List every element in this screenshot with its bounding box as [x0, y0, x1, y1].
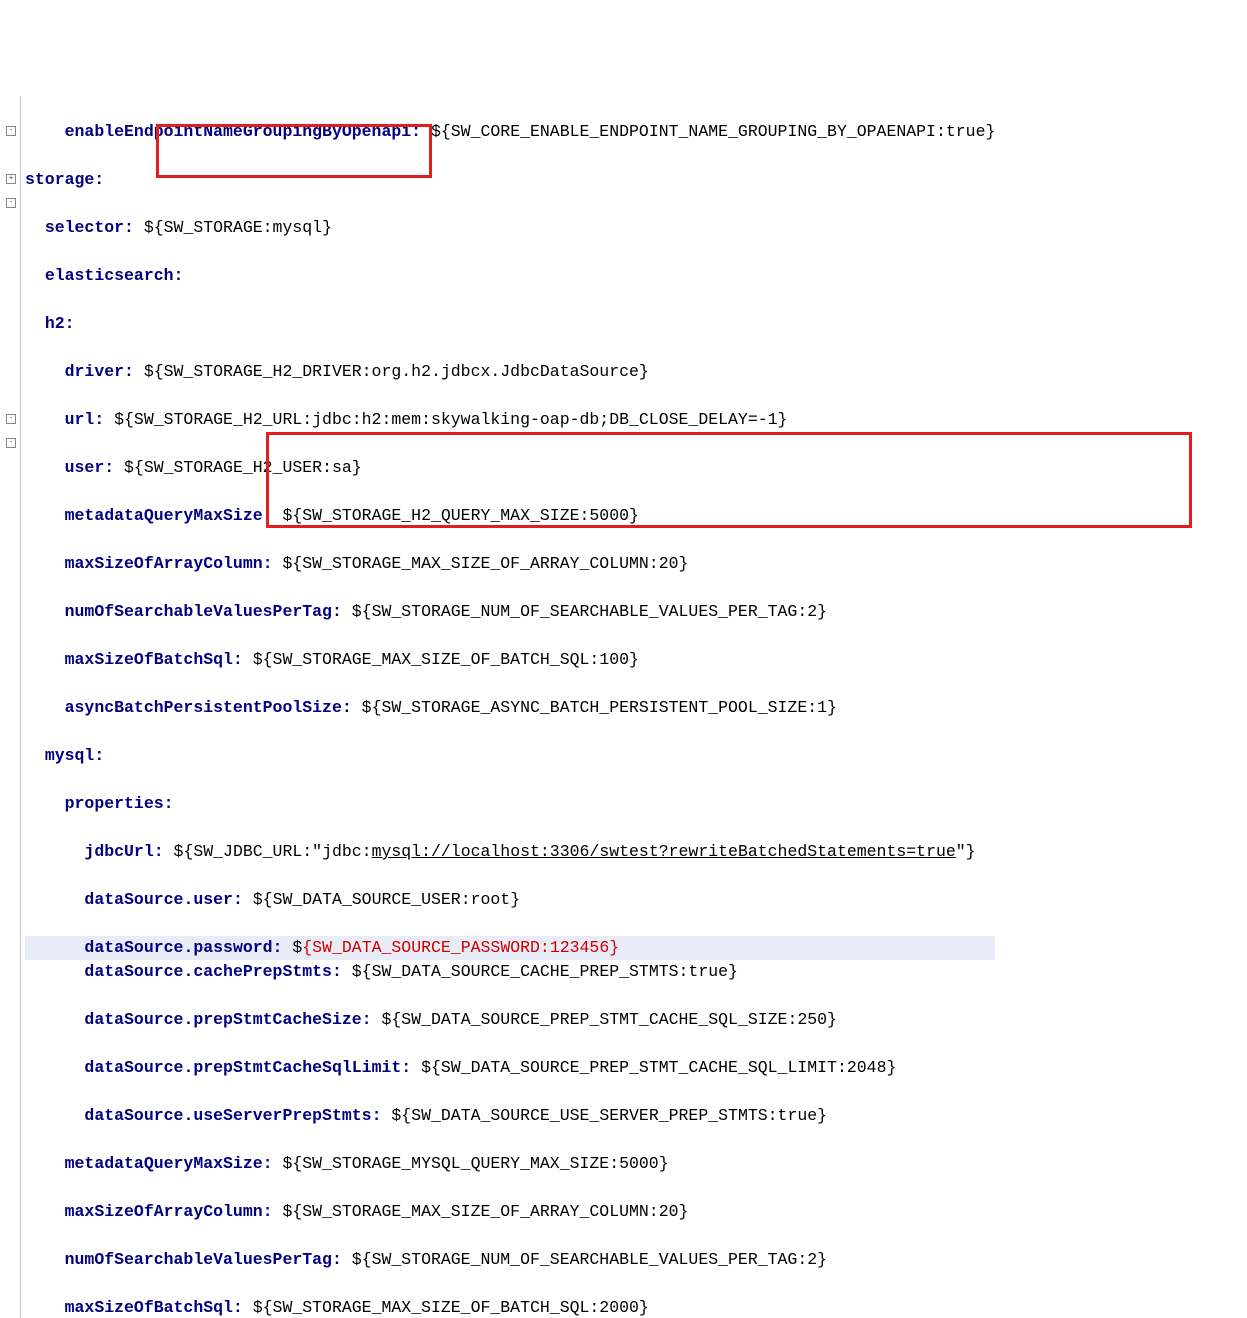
- yaml-value: ${SW_JDBC_URL:"jdbc:: [164, 842, 372, 861]
- yaml-value: ${SW_STORAGE_H2_DRIVER:org.h2.jdbcx.Jdbc…: [134, 362, 649, 381]
- yaml-value: ${SW_CORE_ENABLE_ENDPOINT_NAME_GROUPING_…: [421, 122, 995, 141]
- yaml-value: ${SW_DATA_SOURCE_PREP_STMT_CACHE_SQL_LIM…: [411, 1058, 896, 1077]
- yaml-value: ${SW_STORAGE_NUM_OF_SEARCHABLE_VALUES_PE…: [342, 602, 827, 621]
- yaml-key: enableEndpointNameGroupingByOpenapi:: [65, 122, 421, 141]
- code-line: numOfSearchableValuesPerTag: ${SW_STORAG…: [25, 600, 995, 624]
- yaml-key: maxSizeOfArrayColumn:: [65, 554, 273, 573]
- code-line: asyncBatchPersistentPoolSize: ${SW_STORA…: [25, 696, 995, 720]
- yaml-value: ${SW_STORAGE_MAX_SIZE_OF_ARRAY_COLUMN:20…: [273, 554, 689, 573]
- yaml-value: ${SW_DATA_SOURCE_CACHE_PREP_STMTS:true}: [342, 962, 738, 981]
- code-line: enableEndpointNameGroupingByOpenapi: ${S…: [25, 120, 995, 144]
- fold-gutter: - + - - -: [0, 96, 21, 1318]
- yaml-value: ${SW_STORAGE_NUM_OF_SEARCHABLE_VALUES_PE…: [342, 1250, 827, 1269]
- code-line: driver: ${SW_STORAGE_H2_DRIVER:org.h2.jd…: [25, 360, 995, 384]
- yaml-value: ${SW_STORAGE_H2_URL:jdbc:h2:mem:skywalki…: [104, 410, 787, 429]
- yaml-key: metadataQueryMaxSize:: [65, 506, 273, 525]
- yaml-value: ${SW_STORAGE_MYSQL_QUERY_MAX_SIZE:5000}: [273, 1154, 669, 1173]
- bracket-match: {SW_DATA_SOURCE_PASSWORD:123456}: [302, 938, 619, 957]
- code-line: maxSizeOfArrayColumn: ${SW_STORAGE_MAX_S…: [25, 552, 995, 576]
- code-line: selector: ${SW_STORAGE:mysql}: [25, 216, 995, 240]
- yaml-key: h2:: [45, 314, 75, 333]
- yaml-key: maxSizeOfBatchSql:: [65, 650, 243, 669]
- code-line-current: dataSource.password: ${SW_DATA_SOURCE_PA…: [25, 936, 995, 960]
- code-line: maxSizeOfBatchSql: ${SW_STORAGE_MAX_SIZE…: [25, 648, 995, 672]
- fold-marker[interactable]: +: [6, 174, 16, 184]
- yaml-value: ${SW_STORAGE:mysql}: [134, 218, 332, 237]
- code-line: maxSizeOfBatchSql: ${SW_STORAGE_MAX_SIZE…: [25, 1296, 995, 1318]
- code-editor: - + - - - enableEndpointNameGroupingByOp…: [0, 96, 1247, 1318]
- yaml-key: user:: [65, 458, 115, 477]
- yaml-key: properties:: [65, 794, 174, 813]
- yaml-key: dataSource.user:: [84, 890, 242, 909]
- code-line: mysql:: [25, 744, 995, 768]
- code-line: jdbcUrl: ${SW_JDBC_URL:"jdbc:mysql://loc…: [25, 840, 995, 864]
- yaml-key: selector:: [45, 218, 134, 237]
- yaml-key: driver:: [65, 362, 134, 381]
- code-line: maxSizeOfArrayColumn: ${SW_STORAGE_MAX_S…: [25, 1200, 995, 1224]
- yaml-key: dataSource.password:: [84, 938, 282, 957]
- fold-marker[interactable]: -: [6, 126, 16, 136]
- code-line: storage:: [25, 168, 995, 192]
- code-line: user: ${SW_STORAGE_H2_USER:sa}: [25, 456, 995, 480]
- code-line: metadataQueryMaxSize: ${SW_STORAGE_MYSQL…: [25, 1152, 995, 1176]
- fold-marker[interactable]: -: [6, 438, 16, 448]
- code-line: elasticsearch:: [25, 264, 995, 288]
- yaml-key: dataSource.useServerPrepStmts:: [84, 1106, 381, 1125]
- url-text: mysql://localhost:3306/swtest?rewriteBat…: [372, 842, 956, 861]
- code-line: properties:: [25, 792, 995, 816]
- fold-marker[interactable]: -: [6, 198, 16, 208]
- yaml-key: mysql:: [45, 746, 104, 765]
- yaml-key: asyncBatchPersistentPoolSize:: [65, 698, 352, 717]
- yaml-key: elasticsearch:: [45, 266, 184, 285]
- yaml-key: url:: [65, 410, 105, 429]
- code-line: dataSource.prepStmtCacheSqlLimit: ${SW_D…: [25, 1056, 995, 1080]
- yaml-key: metadataQueryMaxSize:: [65, 1154, 273, 1173]
- yaml-value: ${SW_DATA_SOURCE_USE_SERVER_PREP_STMTS:t…: [381, 1106, 827, 1125]
- yaml-key: numOfSearchableValuesPerTag:: [65, 602, 342, 621]
- yaml-key: jdbcUrl:: [84, 842, 163, 861]
- code-line: numOfSearchableValuesPerTag: ${SW_STORAG…: [25, 1248, 995, 1272]
- code-line: dataSource.cachePrepStmts: ${SW_DATA_SOU…: [25, 960, 995, 984]
- yaml-key: dataSource.prepStmtCacheSize:: [84, 1010, 371, 1029]
- yaml-value: ${SW_DATA_SOURCE_USER:root}: [243, 890, 520, 909]
- yaml-value: ${SW_STORAGE_ASYNC_BATCH_PERSISTENT_POOL…: [352, 698, 837, 717]
- yaml-value: ${SW_STORAGE_H2_USER:sa}: [114, 458, 362, 477]
- code-line: dataSource.user: ${SW_DATA_SOURCE_USER:r…: [25, 888, 995, 912]
- code-line: metadataQueryMaxSize: ${SW_STORAGE_H2_QU…: [25, 504, 995, 528]
- yaml-key: storage:: [25, 170, 104, 189]
- yaml-value: ${SW_STORAGE_MAX_SIZE_OF_ARRAY_COLUMN:20…: [273, 1202, 689, 1221]
- yaml-value: ${SW_STORAGE_H2_QUERY_MAX_SIZE:5000}: [273, 506, 639, 525]
- code-area[interactable]: enableEndpointNameGroupingByOpenapi: ${S…: [21, 96, 995, 1318]
- code-line: dataSource.useServerPrepStmts: ${SW_DATA…: [25, 1104, 995, 1128]
- yaml-value: ${SW_STORAGE_MAX_SIZE_OF_BATCH_SQL:100}: [243, 650, 639, 669]
- code-line: dataSource.prepStmtCacheSize: ${SW_DATA_…: [25, 1008, 995, 1032]
- yaml-value: ${SW_STORAGE_MAX_SIZE_OF_BATCH_SQL:2000}: [243, 1298, 649, 1317]
- yaml-key: dataSource.prepStmtCacheSqlLimit:: [84, 1058, 411, 1077]
- code-line: h2:: [25, 312, 995, 336]
- yaml-key: maxSizeOfBatchSql:: [65, 1298, 243, 1317]
- yaml-key: numOfSearchableValuesPerTag:: [65, 1250, 342, 1269]
- fold-marker[interactable]: -: [6, 414, 16, 424]
- code-line: url: ${SW_STORAGE_H2_URL:jdbc:h2:mem:sky…: [25, 408, 995, 432]
- yaml-key: dataSource.cachePrepStmts:: [84, 962, 341, 981]
- yaml-key: maxSizeOfArrayColumn:: [65, 1202, 273, 1221]
- yaml-value: ${SW_DATA_SOURCE_PREP_STMT_CACHE_SQL_SIZ…: [372, 1010, 837, 1029]
